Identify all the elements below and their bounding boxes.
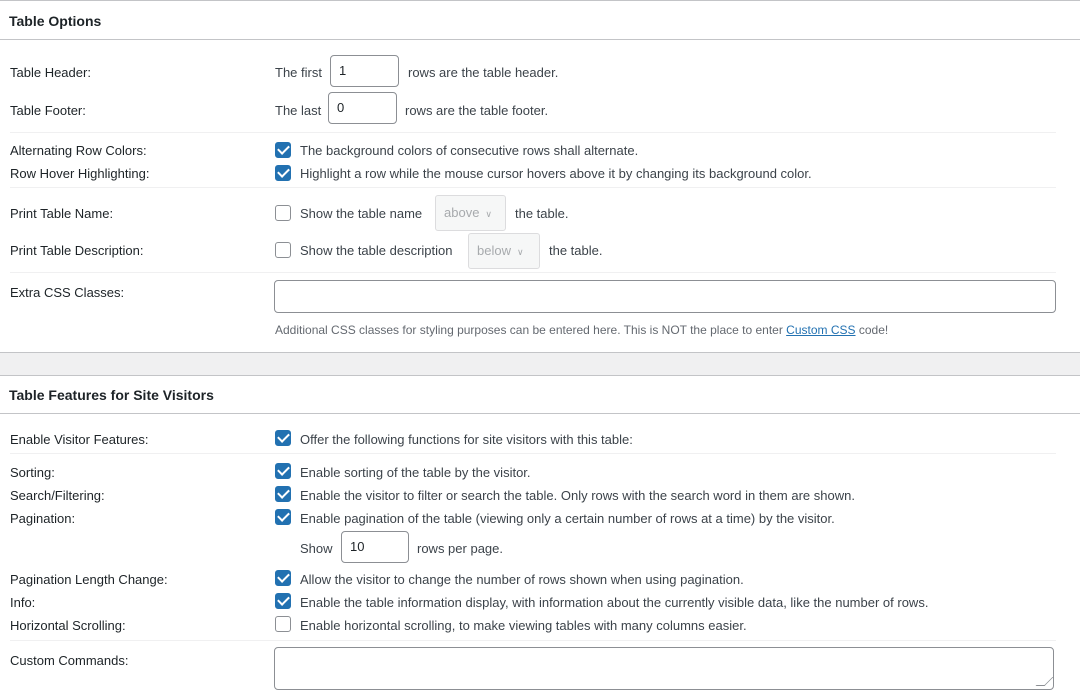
search-filtering-text: Enable the visitor to filter or search t…	[300, 488, 855, 503]
table-footer-suffix: rows are the table footer.	[405, 103, 549, 118]
sorting-label: Sorting:	[10, 465, 55, 480]
alternating-row-colors-text: The background colors of consecutive row…	[300, 143, 639, 158]
enable-visitor-features-label: Enable Visitor Features:	[10, 432, 149, 447]
custom-commands-label: Custom Commands:	[10, 653, 129, 668]
horizontal-scrolling-checkbox[interactable]	[275, 616, 291, 632]
sorting-checkbox[interactable]	[275, 463, 291, 479]
enable-visitor-features-checkbox[interactable]	[275, 430, 291, 446]
print-table-name-checkbox[interactable]	[275, 205, 291, 221]
info-label: Info:	[10, 595, 36, 610]
select-value: above	[444, 205, 480, 220]
table-header-prefix: The first	[275, 65, 322, 80]
chevron-down-icon: ∨	[516, 247, 524, 257]
table-footer-rows-input[interactable]: 0	[328, 92, 397, 124]
extra-css-help-text: Additional CSS classes for styling purpo…	[275, 323, 888, 337]
row-divider	[10, 640, 1056, 641]
extra-css-classes-label: Extra CSS Classes:	[10, 285, 125, 300]
pagination-checkbox[interactable]	[275, 509, 291, 525]
print-table-name-label: Print Table Name:	[10, 206, 114, 221]
visitor-features-panel: Table Features for Site Visitors Enable …	[0, 375, 1080, 698]
custom-css-link[interactable]: Custom CSS	[786, 323, 855, 337]
print-table-description-position-select[interactable]: below ∨	[468, 233, 540, 269]
print-table-name-position-select[interactable]: above ∨	[435, 195, 506, 231]
horizontal-scrolling-text: Enable horizontal scrolling, to make vie…	[300, 618, 747, 633]
row-hover-checkbox[interactable]	[275, 165, 291, 181]
table-footer-prefix: The last	[275, 103, 322, 118]
pagination-length-change-label: Pagination Length Change:	[10, 572, 168, 587]
panel-title: Table Options	[9, 13, 102, 29]
panel-header-divider	[0, 413, 1080, 414]
row-divider	[10, 272, 1056, 273]
chevron-down-icon: ∨	[485, 209, 493, 219]
pagination-label: Pagination:	[10, 511, 76, 526]
pagination-text: Enable pagination of the table (viewing …	[300, 511, 835, 526]
pagination-rows-suffix: rows per page.	[417, 541, 503, 556]
panel-header-divider	[0, 39, 1080, 40]
table-footer-label: Table Footer:	[10, 103, 86, 118]
table-header-label: Table Header:	[10, 65, 91, 80]
info-checkbox[interactable]	[275, 593, 291, 609]
row-divider	[10, 132, 1056, 133]
row-hover-label: Row Hover Highlighting:	[10, 166, 150, 181]
help-text-after: code!	[858, 323, 889, 337]
row-divider	[10, 187, 1056, 188]
alternating-row-colors-checkbox[interactable]	[275, 142, 291, 158]
row-hover-text: Highlight a row while the mouse cursor h…	[300, 166, 812, 181]
search-filtering-label: Search/Filtering:	[10, 488, 105, 503]
panel-title: Table Features for Site Visitors	[9, 387, 214, 403]
help-text-before: Additional CSS classes for styling purpo…	[275, 323, 783, 337]
select-value: below	[477, 243, 511, 258]
extra-css-classes-input[interactable]	[274, 280, 1056, 313]
enable-visitor-features-text: Offer the following functions for site v…	[300, 432, 633, 447]
print-table-description-checkbox[interactable]	[275, 242, 291, 258]
print-table-description-text: Show the table description	[300, 243, 453, 258]
custom-commands-textarea[interactable]	[274, 647, 1054, 690]
table-options-panel: Table Options Table Header: The first 1 …	[0, 0, 1080, 353]
print-table-name-text: Show the table name	[300, 206, 423, 221]
search-filtering-checkbox[interactable]	[275, 486, 291, 502]
alternating-row-colors-label: Alternating Row Colors:	[10, 143, 147, 158]
pagination-length-change-text: Allow the visitor to change the number o…	[300, 572, 744, 587]
table-header-suffix: rows are the table header.	[408, 65, 559, 80]
horizontal-scrolling-label: Horizontal Scrolling:	[10, 618, 126, 633]
sorting-text: Enable sorting of the table by the visit…	[300, 465, 531, 480]
info-text: Enable the table information display, wi…	[300, 595, 929, 610]
row-divider	[10, 453, 1056, 454]
pagination-rows-input[interactable]: 10	[341, 531, 409, 563]
pagination-show-prefix: Show	[300, 541, 333, 556]
pagination-length-change-checkbox[interactable]	[275, 570, 291, 586]
print-table-name-suffix: the table.	[515, 206, 569, 221]
table-header-rows-input[interactable]: 1	[330, 55, 399, 87]
print-table-description-label: Print Table Description:	[10, 243, 144, 258]
print-table-description-suffix: the table.	[549, 243, 603, 258]
resize-handle-icon[interactable]	[1035, 677, 1054, 686]
